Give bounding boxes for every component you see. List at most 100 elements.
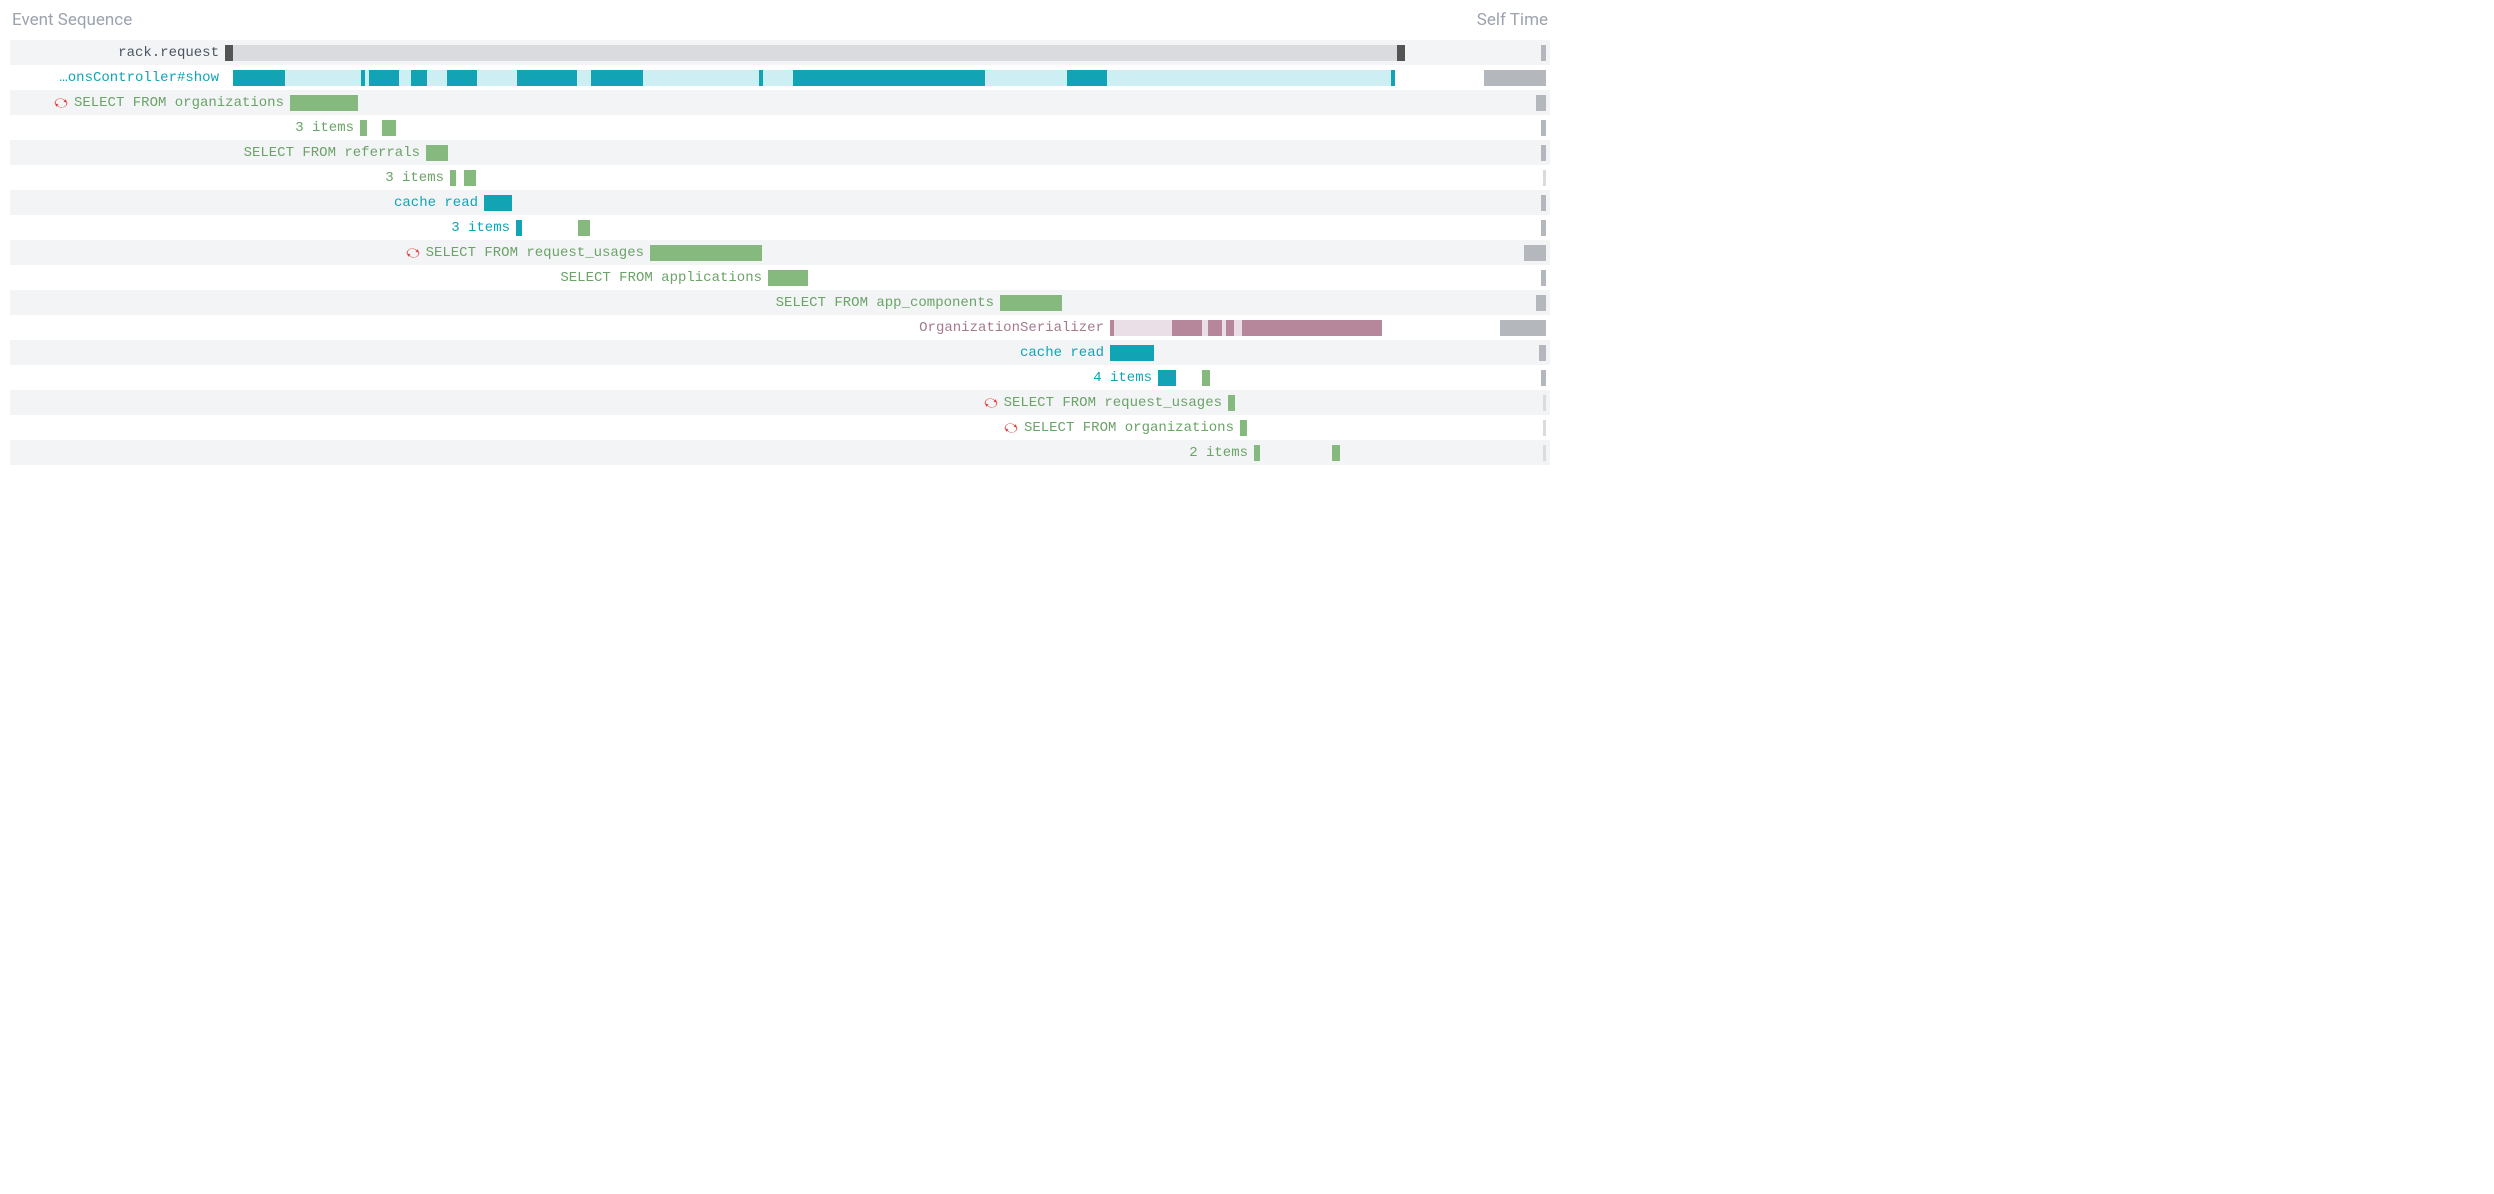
trace-segment[interactable] (233, 45, 1397, 61)
row-label[interactable]: SELECT FROM request_usages (10, 245, 650, 261)
timeline-track[interactable] (1240, 420, 1430, 436)
trace-row[interactable]: 3 items (10, 215, 1550, 240)
trace-segment[interactable] (1234, 320, 1242, 336)
row-label[interactable]: SELECT FROM request_usages (10, 395, 1228, 411)
trace-row[interactable]: cache read (10, 340, 1550, 365)
timeline-track[interactable] (484, 195, 1430, 211)
trace-segment[interactable] (1332, 445, 1340, 461)
trace-segment[interactable] (1172, 320, 1202, 336)
row-label[interactable]: SELECT FROM applications (10, 270, 768, 286)
trace-segment[interactable] (1208, 320, 1222, 336)
trace-segment[interactable] (1114, 320, 1172, 336)
timeline-track[interactable] (1110, 345, 1430, 361)
trace-row[interactable]: …onsController#show (10, 65, 1550, 90)
trace-segment[interactable] (768, 270, 808, 286)
trace-segment[interactable] (426, 145, 448, 161)
trace-row[interactable]: SELECT FROM referrals (10, 140, 1550, 165)
timeline-track[interactable] (1228, 395, 1430, 411)
trace-row[interactable]: 3 items (10, 115, 1550, 140)
row-label[interactable]: 2 items (10, 445, 1254, 461)
row-label[interactable]: 3 items (10, 120, 360, 136)
timeline-track[interactable] (1254, 445, 1430, 461)
trace-segment[interactable] (1240, 420, 1247, 436)
trace-segment[interactable] (285, 70, 361, 86)
trace-segment[interactable] (464, 170, 476, 186)
timeline-track[interactable] (225, 70, 1430, 86)
trace-segment[interactable] (484, 195, 512, 211)
trace-segment[interactable] (1158, 370, 1176, 386)
timeline-track[interactable] (516, 220, 1430, 236)
timeline-track[interactable] (290, 95, 1430, 111)
timeline-track[interactable] (450, 170, 1430, 186)
trace-segment[interactable] (290, 95, 358, 111)
trace-row[interactable]: rack.request (10, 40, 1550, 65)
trace-segment[interactable] (382, 120, 396, 136)
timeline-track[interactable] (650, 245, 1430, 261)
row-label[interactable]: cache read (10, 345, 1110, 361)
timeline-track[interactable] (225, 45, 1430, 61)
row-label[interactable]: …onsController#show (10, 70, 225, 86)
trace-segment[interactable] (650, 245, 762, 261)
row-label[interactable]: SELECT FROM app_components (10, 295, 1000, 311)
trace-segment[interactable] (591, 70, 643, 86)
row-label[interactable]: SELECT FROM organizations (10, 95, 290, 111)
trace-segment[interactable] (1000, 295, 1062, 311)
trace-row[interactable]: 3 items (10, 165, 1550, 190)
trace-segment[interactable] (369, 70, 399, 86)
self-time-cell (1430, 70, 1550, 86)
trace-row[interactable]: SELECT FROM request_usages (10, 240, 1550, 265)
trace-segment[interactable] (1226, 320, 1234, 336)
trace-segment[interactable] (793, 70, 985, 86)
trace-segment[interactable] (1067, 70, 1107, 86)
row-label[interactable]: cache read (10, 195, 484, 211)
trace-segment[interactable] (477, 70, 517, 86)
trace-row[interactable]: SELECT FROM organizations (10, 415, 1550, 440)
trace-segment[interactable] (1242, 320, 1382, 336)
row-label[interactable]: SELECT FROM referrals (10, 145, 426, 161)
row-label[interactable]: OrganizationSerializer (10, 320, 1110, 336)
trace-segment[interactable] (411, 70, 427, 86)
trace-row[interactable]: 2 items (10, 440, 1550, 465)
trace-row[interactable]: OrganizationSerializer (10, 315, 1550, 340)
trace-row[interactable]: SELECT FROM applications (10, 265, 1550, 290)
trace-segment[interactable] (577, 70, 591, 86)
trace-segment[interactable] (985, 70, 1067, 86)
trace-row[interactable]: SELECT FROM request_usages (10, 390, 1550, 415)
row-label[interactable]: SELECT FROM organizations (10, 420, 1240, 436)
row-label-text: cache read (394, 195, 478, 211)
trace-segment[interactable] (516, 220, 522, 236)
trace-segment[interactable] (578, 220, 590, 236)
row-label[interactable]: 3 items (10, 170, 450, 186)
timeline-track[interactable] (426, 145, 1430, 161)
trace-segment[interactable] (450, 170, 456, 186)
trace-segment[interactable] (399, 70, 411, 86)
trace-segment[interactable] (1107, 70, 1391, 86)
trace-segment[interactable] (517, 70, 577, 86)
trace-segment[interactable] (447, 70, 477, 86)
trace-row[interactable]: SELECT FROM organizations (10, 90, 1550, 115)
trace-segment[interactable] (1228, 395, 1235, 411)
trace-segment[interactable] (1397, 45, 1405, 61)
self-time-bar (1536, 95, 1546, 111)
timeline-track[interactable] (1158, 370, 1430, 386)
trace-segment[interactable] (1391, 70, 1395, 86)
trace-segment[interactable] (233, 70, 285, 86)
trace-segment[interactable] (225, 45, 233, 61)
trace-row[interactable]: cache read (10, 190, 1550, 215)
trace-segment[interactable] (360, 120, 367, 136)
row-label[interactable]: 3 items (10, 220, 516, 236)
trace-segment[interactable] (1110, 345, 1154, 361)
trace-segment[interactable] (763, 70, 793, 86)
trace-row[interactable]: SELECT FROM app_components (10, 290, 1550, 315)
timeline-track[interactable] (1000, 295, 1430, 311)
trace-segment[interactable] (427, 70, 447, 86)
timeline-track[interactable] (360, 120, 1430, 136)
trace-segment[interactable] (1202, 370, 1210, 386)
trace-row[interactable]: 4 items (10, 365, 1550, 390)
timeline-track[interactable] (1110, 320, 1430, 336)
row-label[interactable]: rack.request (10, 45, 225, 61)
trace-segment[interactable] (1254, 445, 1260, 461)
row-label[interactable]: 4 items (10, 370, 1158, 386)
timeline-track[interactable] (768, 270, 1430, 286)
trace-segment[interactable] (643, 70, 759, 86)
